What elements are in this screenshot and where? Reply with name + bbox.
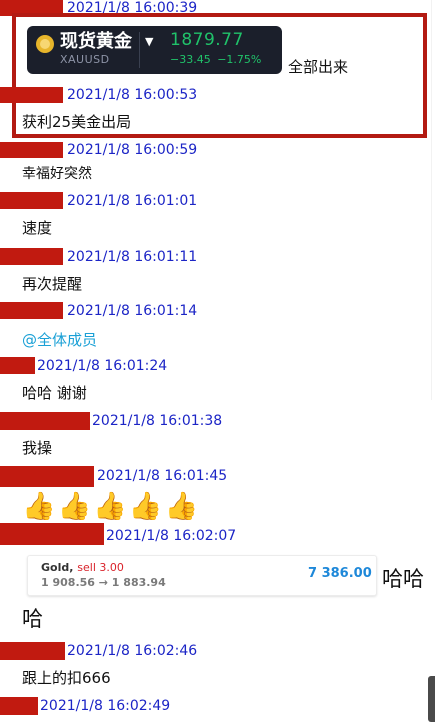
ticker-change: −33.45 −1.75% bbox=[170, 53, 262, 66]
message-timestamp: 2021/1/8 16:02:49 bbox=[40, 698, 171, 714]
redacted-sender bbox=[0, 523, 104, 545]
redacted-sender bbox=[0, 466, 94, 487]
redacted-sender bbox=[0, 142, 63, 158]
message-text: 跟上的扣666 bbox=[22, 669, 111, 687]
message-text: 哈哈 谢谢 bbox=[22, 384, 87, 402]
thumbs-up-emoji-row: 👍👍👍👍👍 bbox=[22, 491, 201, 522]
trade-result-card[interactable]: Gold, sell 3.00 1 908.56 → 1 883.94 7 38… bbox=[27, 555, 377, 596]
ticker-price: 1879.77 bbox=[170, 30, 244, 50]
message-text: 幸福好突然 bbox=[22, 166, 92, 182]
message-timestamp: 2021/1/8 16:01:24 bbox=[37, 358, 168, 374]
redacted-sender bbox=[0, 697, 38, 715]
caret-down-icon[interactable]: ▼ bbox=[145, 35, 153, 48]
redacted-sender bbox=[0, 248, 63, 265]
message-text: 我操 bbox=[22, 439, 53, 457]
trade-title: Gold, sell 3.00 bbox=[41, 561, 124, 574]
ticker-symbol: XAUUSD bbox=[60, 53, 110, 66]
ticker-name: 现货黄金 bbox=[60, 31, 132, 52]
coin-icon bbox=[36, 35, 54, 53]
message-timestamp: 2021/1/8 16:01:45 bbox=[97, 468, 228, 484]
scroll-track bbox=[431, 0, 432, 400]
message-text: 速度 bbox=[22, 219, 53, 237]
redacted-sender bbox=[0, 87, 63, 103]
message-text: 哈哈 bbox=[382, 567, 424, 591]
message-text-continued: 哈 bbox=[22, 607, 43, 631]
redacted-sender bbox=[0, 642, 65, 660]
trade-prices: 1 908.56 → 1 883.94 bbox=[41, 576, 166, 589]
trade-profit: 7 386.00 bbox=[308, 566, 372, 581]
message-timestamp: 2021/1/8 16:02:46 bbox=[67, 643, 198, 659]
message-timestamp: 2021/1/8 16:01:14 bbox=[67, 303, 198, 319]
gold-ticker-widget[interactable]: 现货黄金 ▼ XAUUSD 1879.77 −33.45 −1.75% bbox=[27, 26, 282, 74]
mention-all-members[interactable]: @全体成员 bbox=[22, 330, 97, 350]
message-text: 全部出来 bbox=[288, 58, 349, 76]
message-timestamp: 2021/1/8 16:02:07 bbox=[106, 528, 237, 544]
scrollbar-thumb[interactable] bbox=[428, 676, 435, 722]
message-text: 再次提醒 bbox=[22, 275, 83, 293]
trade-action: sell 3.00 bbox=[77, 561, 124, 574]
message-timestamp: 2021/1/8 16:01:11 bbox=[67, 249, 198, 265]
message-timestamp: 2021/1/8 16:00:59 bbox=[67, 142, 198, 158]
redacted-sender bbox=[0, 357, 35, 374]
trade-instrument: Gold, bbox=[41, 561, 74, 574]
redacted-sender bbox=[0, 412, 90, 430]
ticker-divider bbox=[139, 32, 140, 68]
redacted-sender bbox=[0, 302, 63, 319]
message-timestamp: 2021/1/8 16:01:38 bbox=[92, 413, 223, 429]
redacted-sender bbox=[0, 192, 63, 209]
message-text: 获利25美金出局 bbox=[22, 113, 132, 131]
message-timestamp: 2021/1/8 16:01:01 bbox=[67, 193, 198, 209]
message-timestamp: 2021/1/8 16:00:53 bbox=[67, 87, 198, 103]
